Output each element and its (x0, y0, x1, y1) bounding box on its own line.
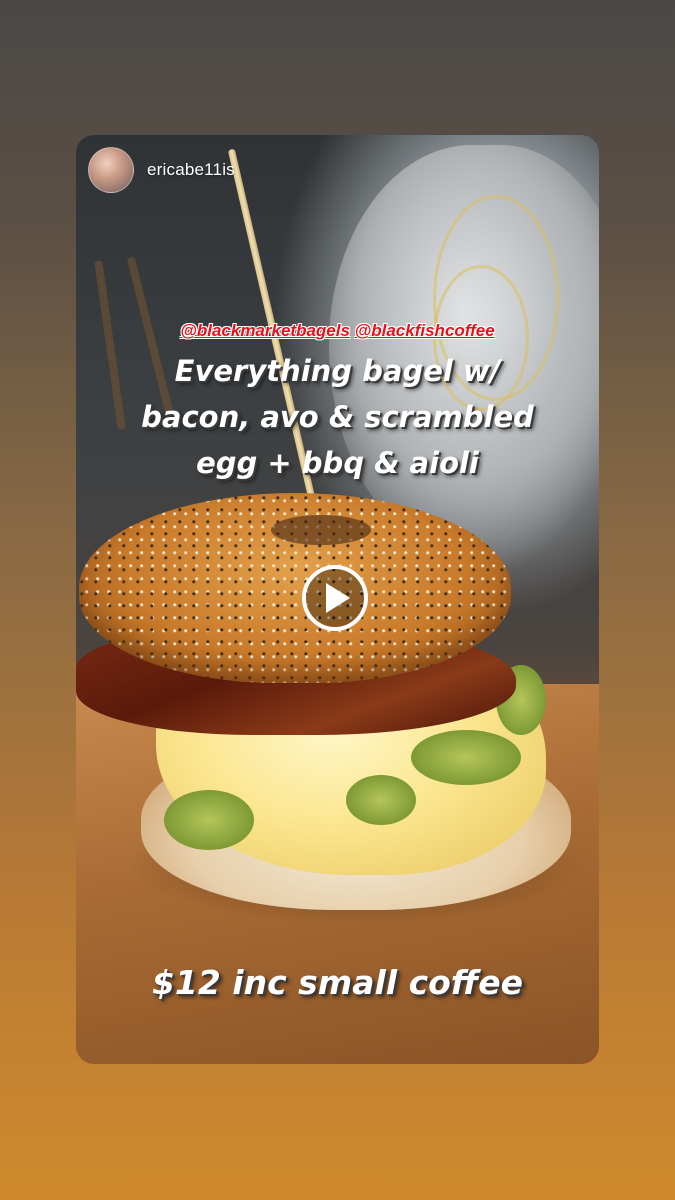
username[interactable]: ericabe11is (147, 160, 235, 180)
avocado (411, 730, 521, 785)
story-header: ericabe11is (88, 147, 235, 193)
avocado (346, 775, 416, 825)
story-card[interactable]: ericabe11is @blackmarketbagels @blackfis… (76, 135, 599, 1064)
avatar[interactable] (88, 147, 134, 193)
play-button[interactable] (302, 565, 368, 631)
mentions: @blackmarketbagels @blackfishcoffee (76, 321, 599, 341)
mention-blackmarketbagels[interactable]: @blackmarketbagels (180, 321, 350, 340)
caption: Everything bagel w/ bacon, avo & scrambl… (76, 348, 599, 486)
bagel-hole (271, 515, 371, 545)
price-text: $12 inc small coffee (151, 963, 524, 1002)
caption-line: egg + bbq & aioli (196, 446, 479, 480)
caption-line: Everything bagel w/ (174, 354, 501, 388)
caption-line: bacon, avo & scrambled (141, 400, 534, 434)
avocado (164, 790, 254, 850)
play-icon (326, 583, 350, 613)
mention-blackfishcoffee[interactable]: @blackfishcoffee (355, 321, 495, 340)
